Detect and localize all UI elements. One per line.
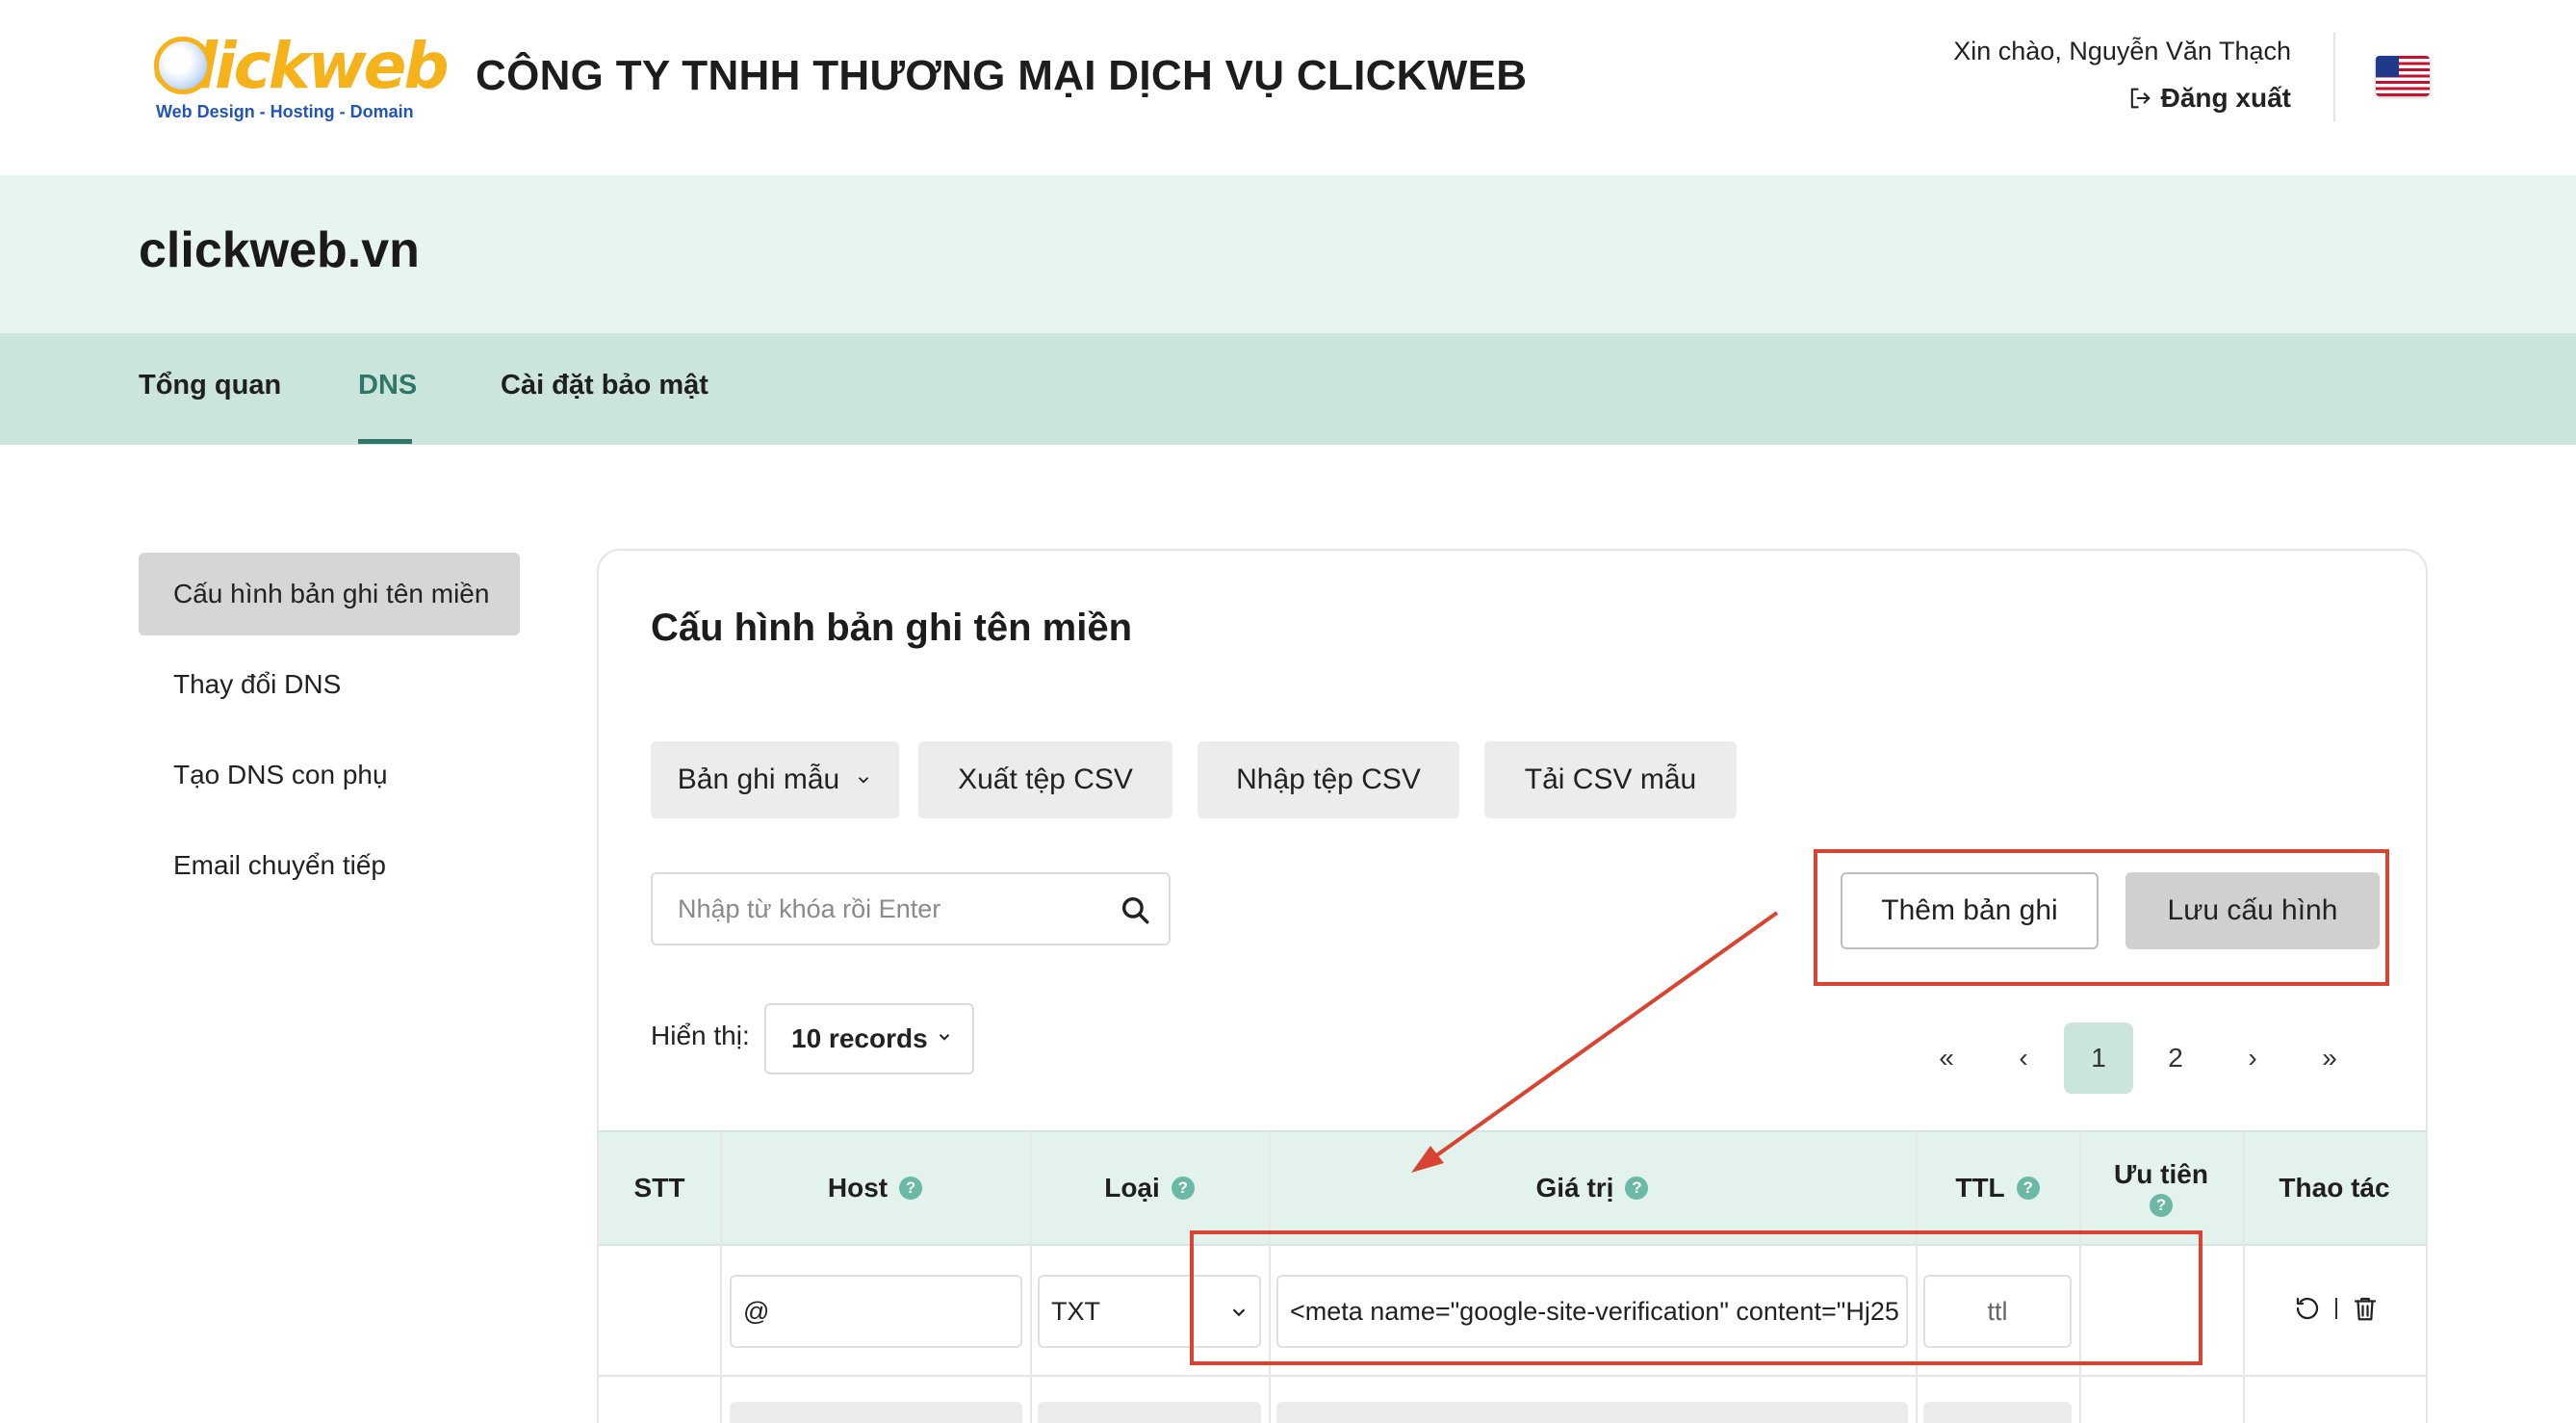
us-flag-icon[interactable] <box>2376 56 2430 96</box>
column-divider <box>1030 1130 1032 1423</box>
help-icon[interactable]: ? <box>1625 1177 1649 1200</box>
download-sample-csv-button[interactable]: Tải CSV mẫu <box>1484 741 1737 818</box>
show-records-label: Hiển thị: <box>651 1021 750 1050</box>
domain-name: clickweb.vn <box>139 222 420 278</box>
header-type-label: Loại <box>1104 1173 1160 1203</box>
search-icon[interactable] <box>1119 893 1151 926</box>
records-per-page-select[interactable]: 10 records <box>764 1003 974 1074</box>
records-card: Cấu hình bản ghi tên miền Bản ghi mẫu Xu… <box>597 549 2428 1423</box>
top-header: Clickweb Web Design - Hosting - Domain C… <box>0 0 2576 175</box>
last-page-button[interactable]: » <box>2301 1022 2358 1094</box>
header-host: Host? <box>720 1132 1030 1244</box>
template-records-dropdown[interactable]: Bản ghi mẫu <box>651 741 899 818</box>
page-2-button[interactable]: 2 <box>2147 1022 2204 1094</box>
reset-icon[interactable] <box>2293 1294 2322 1323</box>
sidebar-item-sub-dns[interactable]: Tạo DNS con phụ <box>139 734 520 816</box>
record-type-value: TXT <box>1051 1296 1100 1326</box>
logout-link[interactable]: Đăng xuất <box>2126 83 2291 114</box>
row-actions <box>2293 1294 2380 1323</box>
import-csv-button[interactable]: Nhập tệp CSV <box>1198 741 1459 818</box>
sidebar-item-email-forwarding[interactable]: Email chuyển tiếp <box>139 824 520 907</box>
header-divider <box>2333 33 2335 121</box>
search-box <box>651 872 1171 945</box>
domain-band: clickweb.vn <box>0 175 2576 333</box>
chevron-down-icon <box>939 1034 950 1041</box>
record-type-select[interactable] <box>1038 1402 1261 1423</box>
trash-icon[interactable] <box>2351 1294 2380 1323</box>
clickweb-logo[interactable]: Clickweb Web Design - Hosting - Domain <box>152 29 450 125</box>
header-ttl: TTL? <box>1916 1132 2079 1244</box>
next-page-button[interactable]: › <box>2224 1022 2281 1094</box>
column-divider <box>2243 1130 2245 1423</box>
prev-page-button[interactable]: ‹ <box>1995 1022 2052 1094</box>
template-records-label: Bản ghi mẫu <box>677 763 840 795</box>
header-host-label: Host <box>827 1173 889 1203</box>
annotation-highlight-buttons <box>1814 849 2389 986</box>
header-value: Giá trị? <box>1269 1132 1916 1244</box>
logout-label: Đăng xuất <box>2160 83 2291 113</box>
help-icon[interactable]: ? <box>899 1177 923 1200</box>
tab-dns[interactable]: DNS <box>358 370 417 401</box>
header-value-label: Giá trị <box>1535 1173 1614 1203</box>
tab-overview[interactable]: Tổng quan <box>139 370 281 401</box>
sidebar-item-change-dns[interactable]: Thay đổi DNS <box>139 643 520 726</box>
header-actions: Thao tác <box>2243 1132 2426 1244</box>
header-priority: Ưu tiên? <box>2079 1132 2243 1244</box>
tab-security-settings[interactable]: Cài đặt bảo mật <box>501 370 708 401</box>
host-input[interactable] <box>730 1402 1022 1423</box>
logout-icon <box>2130 88 2151 109</box>
active-tab-indicator <box>358 439 412 444</box>
help-icon[interactable]: ? <box>1171 1177 1195 1200</box>
header-actions-label: Thao tác <box>2279 1173 2390 1203</box>
logo-tagline: Web Design - Hosting - Domain <box>156 102 414 121</box>
page-1-button[interactable]: 1 <box>2064 1022 2133 1094</box>
header-type: Loại? <box>1030 1132 1269 1244</box>
header-stt: STT <box>599 1132 720 1244</box>
chevron-down-icon <box>859 777 869 784</box>
header-stt-label: STT <box>633 1173 685 1203</box>
action-divider <box>2335 1298 2337 1319</box>
tab-bar: Tổng quan DNS Cài đặt bảo mật <box>0 333 2576 445</box>
first-page-button[interactable]: « <box>1918 1022 1975 1094</box>
search-input[interactable] <box>678 874 1101 944</box>
help-icon[interactable]: ? <box>2150 1194 2173 1217</box>
records-per-page-value: 10 records <box>791 1023 928 1053</box>
sidebar-item-domain-records[interactable]: Cấu hình bản ghi tên miền <box>139 553 520 635</box>
table-header: STT Host? Loại? Giá trị? TTL? Ưu tiên? T… <box>599 1130 2426 1246</box>
header-ttl-label: TTL <box>1955 1173 2005 1203</box>
column-divider <box>720 1130 722 1423</box>
globe-icon <box>154 37 212 94</box>
card-title: Cấu hình bản ghi tên miền <box>651 607 1132 649</box>
host-input[interactable]: @ <box>730 1275 1022 1348</box>
user-greeting: Xin chào, Nguyễn Văn Thạch <box>1953 37 2291 65</box>
ttl-input[interactable] <box>1923 1402 2072 1423</box>
export-csv-button[interactable]: Xuất tệp CSV <box>918 741 1172 818</box>
record-value-input[interactable] <box>1276 1402 1908 1423</box>
company-name: CÔNG TY TNHH THƯƠNG MẠI DỊCH VỤ CLICKWEB <box>476 52 1528 99</box>
header-priority-label: Ưu tiên <box>2114 1159 2208 1189</box>
annotation-highlight-row <box>1190 1230 2202 1365</box>
help-icon[interactable]: ? <box>2016 1177 2040 1200</box>
row-divider <box>599 1375 2426 1377</box>
